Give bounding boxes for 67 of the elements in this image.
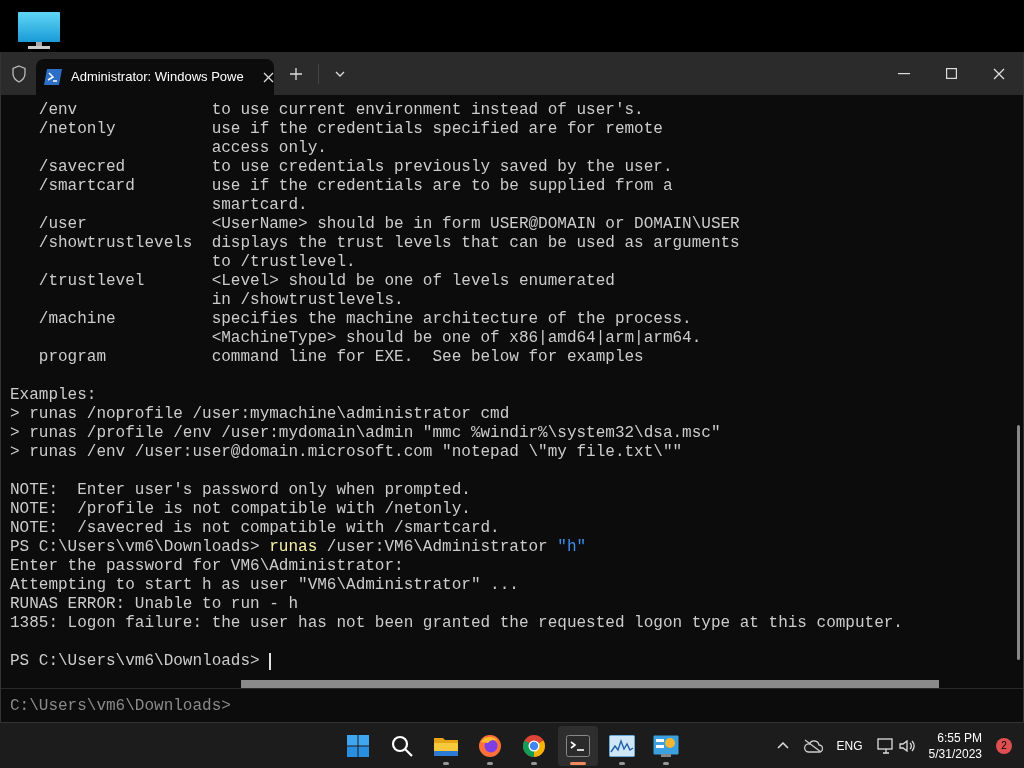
console-output: > runas /profile /env /user:mydomain\admin "mmc %windir%\system32\dsa.msc" (10, 424, 721, 442)
terminal-tab[interactable]: Administrator: Windows Powe (36, 59, 274, 95)
tab-title: Administrator: Windows Powe (71, 68, 244, 87)
close-icon[interactable] (993, 67, 1005, 80)
terminal-icon (566, 734, 590, 757)
language-indicator[interactable]: ENG (836, 736, 863, 755)
computer-icon[interactable] (18, 12, 60, 50)
console-output: > runas /noprofile /user:mymachine\administrator cmd (10, 405, 510, 423)
text-cursor (269, 653, 272, 670)
network-monitor-icon[interactable] (876, 737, 895, 754)
console-output: NOTE: Enter user's password only when prompted. (10, 481, 471, 499)
command-name: runas (269, 538, 318, 557)
chevron-down-icon[interactable] (335, 70, 345, 77)
console-output: /smartcard use if the credentials are to be supplied from a (37, 177, 673, 195)
running-indicator (531, 761, 537, 765)
console-output: RUNAS ERROR: Unable to run - h (10, 595, 299, 613)
windows-logo-icon (346, 733, 370, 758)
console-output: Enter the password for VM6\Administrator: (10, 557, 404, 575)
console-output: /env to use current environment instead of user's. (37, 101, 644, 119)
chevron-up-icon[interactable] (776, 742, 789, 749)
console-output: smartcard. (210, 196, 308, 214)
console-output: /user <UserName> should be in form USER@DOMAIN or DOMAIN\USER (37, 215, 740, 233)
console-output: 1385: Logon failure: the user has not been granted the requested logon type at this computer. (10, 614, 903, 632)
console-output: NOTE: /profile is not compatible with /netonly. (10, 500, 471, 518)
running-indicator (487, 761, 493, 765)
prompt-text: PS C:\Users\vm6\Downloads> (10, 652, 260, 671)
console-output: program command line for EXE. See below for examples (37, 348, 644, 366)
running-indicator (570, 761, 586, 765)
console-output: /machine specifies the machine architecture of the process. (37, 310, 692, 328)
console-output: NOTE: /savecred is not compatible with /smartcard. (10, 519, 500, 537)
chrome-icon (522, 733, 546, 758)
console-output: > runas /env /user:user@domain.microsoft.com "notepad \"my file.txt\"" (10, 443, 683, 461)
clock-date[interactable]: 5/31/2023 (928, 745, 982, 762)
console-output: to /trustlevel. (210, 253, 356, 271)
prompt-text: PS C:\Users\vm6\Downloads> (10, 538, 260, 557)
running-indicator (443, 761, 449, 765)
console-output: in /showtrustlevels. (210, 291, 404, 309)
running-indicator (663, 761, 669, 765)
console-output: access only. (210, 139, 327, 157)
taskbar-app[interactable] (558, 725, 598, 766)
plus-icon[interactable] (290, 67, 302, 80)
console-output: /showtrustlevels displays the trust levels that can be used as arguments (37, 234, 740, 252)
console-output: /netonly use if the credentials specified are for remote (37, 120, 663, 138)
maximize-icon[interactable] (946, 68, 957, 79)
running-indicator (619, 761, 625, 765)
cloud-off-icon[interactable] (802, 738, 823, 753)
console-output: <MachineType> should be one of x86|amd64|arm|arm64. (210, 329, 702, 347)
console-output: /savecred to use credentials previously saved by the user. (37, 158, 673, 176)
minimize-icon[interactable] (898, 72, 910, 75)
suggestion-text: C:\Users\vm6\Downloads> (10, 695, 231, 717)
close-icon[interactable] (262, 71, 274, 83)
performance-graph-icon (609, 734, 635, 757)
notification-badge[interactable]: 2 (996, 737, 1012, 754)
powershell-icon (44, 69, 62, 85)
horizontal-scrollbar[interactable] (241, 680, 939, 688)
clock-time[interactable]: 6:55 PM (937, 729, 982, 746)
console-output: Examples: (10, 386, 97, 404)
firefox-icon (478, 733, 502, 758)
shield-icon (10, 64, 27, 83)
console-output: /trustlevel <Level> should be one of levels enumerated (37, 272, 615, 290)
vertical-scrollbar[interactable] (1016, 425, 1020, 660)
search-icon (390, 733, 414, 758)
console-output: Attempting to start h as user "VM6\Administrator" ... (10, 576, 519, 594)
command-argument: /user:VM6\Administrator (326, 538, 548, 557)
control-panel-icon (653, 734, 679, 757)
speaker-icon[interactable] (898, 738, 915, 753)
string-argument: "h" (557, 538, 587, 557)
